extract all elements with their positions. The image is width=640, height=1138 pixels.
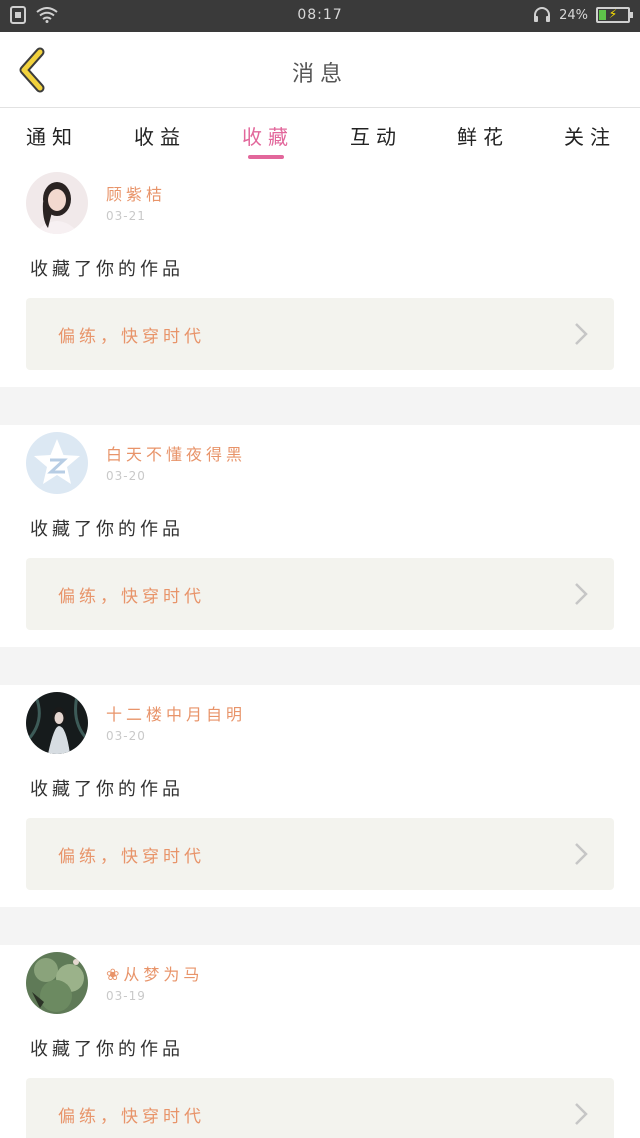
work-title: 偏练，快穿时代 — [58, 847, 205, 867]
action-text: 收藏了你的作品 — [30, 1039, 184, 1060]
tab-earnings[interactable]: 收益 — [120, 121, 200, 150]
status-icons-right: 24% ⚡ — [533, 6, 633, 24]
item-date: 03-20 — [106, 729, 146, 743]
divider — [0, 907, 640, 945]
divider — [0, 387, 640, 425]
divider — [0, 647, 640, 685]
work-link[interactable]: 偏练，快穿时代 — [26, 1078, 614, 1138]
charging-icon: ⚡ — [608, 7, 618, 21]
work-link[interactable]: 偏练，快穿时代 — [26, 818, 614, 890]
active-tab-indicator — [248, 155, 284, 159]
username[interactable]: 十二楼中月自明 — [106, 701, 246, 725]
username[interactable]: 顾紫桔 — [106, 181, 166, 205]
username[interactable]: ❀从梦为马 — [106, 961, 203, 985]
list-item: 白天不懂夜得黑 03-20 收藏了你的作品 偏练，快穿时代 — [0, 425, 640, 647]
avatar[interactable] — [26, 172, 88, 234]
tab-notifications[interactable]: 通知 — [12, 121, 92, 150]
username[interactable]: 白天不懂夜得黑 — [106, 441, 246, 465]
chevron-right-icon — [575, 583, 588, 605]
avatar-portrait-icon — [26, 172, 88, 234]
page-title: 消息 — [291, 62, 348, 87]
list-item: 顾紫桔 03-21 收藏了你的作品 偏练，快穿时代 — [0, 165, 640, 387]
tab-flowers[interactable]: 鲜花 — [443, 121, 523, 150]
work-link[interactable]: 偏练，快穿时代 — [26, 558, 614, 630]
tab-following[interactable]: 关注 — [550, 121, 630, 150]
action-text: 收藏了你的作品 — [30, 779, 184, 800]
avatar[interactable] — [26, 432, 88, 494]
work-title: 偏练，快穿时代 — [58, 1107, 205, 1127]
chevron-right-icon — [575, 323, 588, 345]
chevron-right-icon — [575, 1103, 588, 1125]
tab-bar: 通知 收益 收藏 互动 鲜花 关注 — [0, 109, 640, 165]
work-title: 偏练，快穿时代 — [58, 327, 205, 347]
chevron-right-icon — [575, 843, 588, 865]
action-text: 收藏了你的作品 — [30, 259, 184, 280]
avatar-landscape-icon — [26, 952, 88, 1014]
tab-favorites[interactable]: 收藏 — [228, 121, 308, 150]
list-item: 十二楼中月自明 03-20 收藏了你的作品 偏练，快穿时代 — [0, 685, 640, 907]
status-bar: 08:17 24% ⚡ — [0, 0, 640, 32]
headset-icon — [534, 7, 551, 22]
avatar[interactable] — [26, 952, 88, 1014]
action-text: 收藏了你的作品 — [30, 519, 184, 540]
avatar-portrait-icon — [26, 692, 88, 754]
list-item: ❀从梦为马 03-19 收藏了你的作品 偏练，快穿时代 — [0, 945, 640, 1138]
item-date: 03-21 — [106, 209, 146, 223]
battery-icon: ⚡ — [596, 7, 633, 23]
work-title: 偏练，快穿时代 — [58, 587, 205, 607]
tab-interactions[interactable]: 互动 — [336, 121, 416, 150]
message-list: 顾紫桔 03-21 收藏了你的作品 偏练，快穿时代 白天不懂夜得黑 03-20 … — [0, 165, 640, 1138]
avatar[interactable] — [26, 692, 88, 754]
qzone-star-icon — [26, 432, 88, 494]
work-link[interactable]: 偏练，快穿时代 — [26, 298, 614, 370]
battery-percent: 24% — [559, 7, 588, 23]
item-date: 03-20 — [106, 469, 146, 483]
item-date: 03-19 — [106, 989, 146, 1003]
header: 消息 — [0, 32, 640, 108]
